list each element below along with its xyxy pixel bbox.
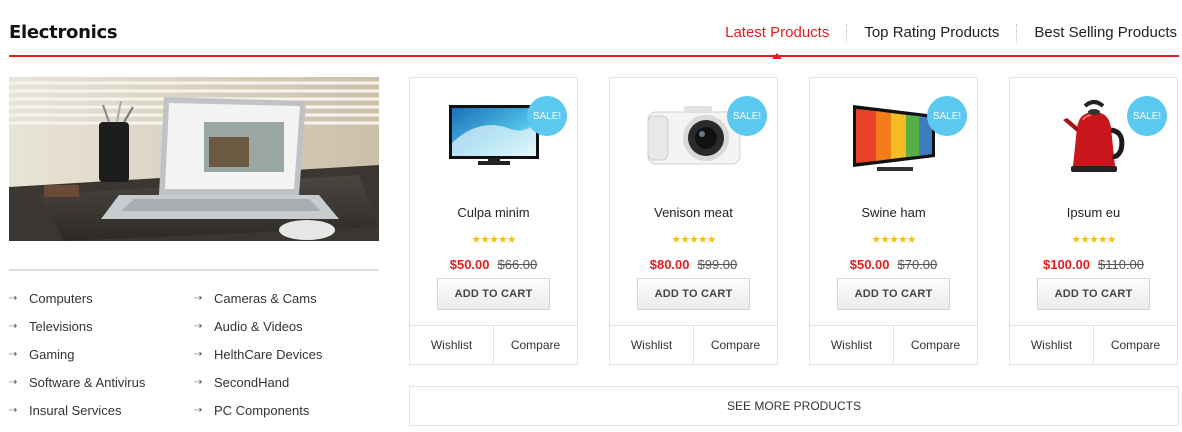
sale-badge: SALE! xyxy=(527,96,567,136)
category-link-audio-videos[interactable]: ⇢ Audio & Videos xyxy=(194,317,379,335)
rating-stars: ★★★★★ xyxy=(471,233,516,246)
old-price: $70.00 xyxy=(897,257,938,272)
compare-button[interactable]: Compare xyxy=(1093,326,1177,364)
product-price: $80.00 $99.00 xyxy=(610,257,777,272)
section-title: Electronics xyxy=(9,22,118,43)
wishlist-button[interactable]: Wishlist xyxy=(610,326,693,364)
product-card: SALE! Swine ham ★★★★★ $50.00 $70.00 ADD T… xyxy=(809,77,978,365)
product-card: SALE! Venison meat ★★★★★ $80.00 $99.00 AD… xyxy=(609,77,778,365)
arrow-icon: ⇢ xyxy=(194,376,202,388)
product-price: $50.00 $66.00 xyxy=(410,257,577,272)
tab-best-selling-products[interactable]: Best Selling Products xyxy=(1016,24,1179,42)
category-banner-image[interactable] xyxy=(9,77,379,241)
product-tabs: Latest Products Top Rating Products Best… xyxy=(708,24,1179,59)
old-price: $99.00 xyxy=(697,257,738,272)
arrow-icon: ⇢ xyxy=(9,348,17,360)
arrow-icon: ⇢ xyxy=(9,292,17,304)
tab-latest-products[interactable]: Latest Products xyxy=(708,24,846,59)
category-link-pc-components[interactable]: ⇢ PC Components xyxy=(194,401,379,419)
product-name[interactable]: Culpa minim xyxy=(410,205,577,220)
sale-badge: SALE! xyxy=(727,96,767,136)
sale-price: $50.00 xyxy=(449,257,490,272)
see-more-products-button[interactable]: SEE MORE PRODUCTS xyxy=(409,386,1179,426)
category-link-gaming[interactable]: ⇢ Gaming xyxy=(9,345,194,363)
arrow-icon: ⇢ xyxy=(9,376,17,388)
arrow-icon: ⇢ xyxy=(9,320,17,332)
card-actions: Wishlist Compare xyxy=(610,325,777,364)
television-icon xyxy=(448,105,539,165)
product-image[interactable]: SALE! xyxy=(610,88,777,188)
wishlist-button[interactable]: Wishlist xyxy=(1010,326,1093,364)
kettle-icon xyxy=(1062,100,1124,172)
product-name[interactable]: Ipsum eu xyxy=(1010,205,1177,220)
product-image[interactable]: SALE! xyxy=(810,88,977,188)
add-to-cart-button[interactable]: ADD TO CART xyxy=(437,278,550,310)
category-list: ⇢ Computers ⇢ Cameras & Cams ⇢ Televisions … xyxy=(9,289,379,419)
product-price: $100.00 $110.00 xyxy=(1010,257,1177,272)
product-card: SALE! Culpa minim ★★★★★ $50.00 $66.00 ADD… xyxy=(409,77,578,365)
wishlist-button[interactable]: Wishlist xyxy=(810,326,893,364)
add-to-cart-button[interactable]: ADD TO CART xyxy=(837,278,950,310)
category-link-insural[interactable]: ⇢ Insural Services xyxy=(9,401,194,419)
section-header: Electronics Latest Products Top Rating P… xyxy=(9,0,1179,59)
category-link-secondhand[interactable]: ⇢ SecondHand xyxy=(194,373,379,391)
card-actions: Wishlist Compare xyxy=(1010,325,1177,364)
laptop-desk-illustration xyxy=(9,77,379,241)
product-image[interactable]: SALE! xyxy=(1010,88,1177,188)
category-link-healthcare[interactable]: ⇢ HelthCare Devices xyxy=(194,345,379,363)
product-card: SALE! Ipsum eu ★★★★★ $100.00 $110.00 ADD … xyxy=(1009,77,1178,365)
sale-price: $100.00 xyxy=(1042,257,1090,272)
old-price: $110.00 xyxy=(1097,257,1145,272)
category-link-cameras[interactable]: ⇢ Cameras & Cams xyxy=(194,289,379,307)
product-name[interactable]: Venison meat xyxy=(610,205,777,220)
rating-stars: ★★★★★ xyxy=(871,233,916,246)
card-actions: Wishlist Compare xyxy=(810,325,977,364)
sale-price: $80.00 xyxy=(649,257,690,272)
compare-button[interactable]: Compare xyxy=(893,326,977,364)
compare-button[interactable]: Compare xyxy=(493,326,577,364)
wishlist-button[interactable]: Wishlist xyxy=(410,326,493,364)
divider xyxy=(9,269,379,271)
tab-top-rating-products[interactable]: Top Rating Products xyxy=(846,24,1016,42)
old-price: $66.00 xyxy=(497,257,538,272)
add-to-cart-button[interactable]: ADD TO CART xyxy=(1037,278,1150,310)
product-grid: SALE! Culpa minim ★★★★★ $50.00 $66.00 ADD… xyxy=(409,77,1178,365)
product-name[interactable]: Swine ham xyxy=(810,205,977,220)
arrow-icon: ⇢ xyxy=(9,404,17,416)
rating-stars: ★★★★★ xyxy=(671,233,716,246)
card-actions: Wishlist Compare xyxy=(410,325,577,364)
sale-badge: SALE! xyxy=(927,96,967,136)
category-link-televisions[interactable]: ⇢ Televisions xyxy=(9,317,194,335)
compare-button[interactable]: Compare xyxy=(693,326,777,364)
sale-badge: SALE! xyxy=(1127,96,1167,136)
product-price: $50.00 $70.00 xyxy=(810,257,977,272)
curved-tv-icon xyxy=(852,105,935,171)
arrow-icon: ⇢ xyxy=(194,292,202,304)
arrow-icon: ⇢ xyxy=(194,348,202,360)
rating-stars: ★★★★★ xyxy=(1071,233,1116,246)
product-image[interactable]: SALE! xyxy=(410,88,577,188)
category-link-software[interactable]: ⇢ Software & Antivirus xyxy=(9,373,194,391)
add-to-cart-button[interactable]: ADD TO CART xyxy=(637,278,750,310)
arrow-icon: ⇢ xyxy=(194,404,202,416)
category-link-computers[interactable]: ⇢ Computers xyxy=(9,289,194,307)
sale-price: $50.00 xyxy=(849,257,890,272)
arrow-icon: ⇢ xyxy=(194,320,202,332)
